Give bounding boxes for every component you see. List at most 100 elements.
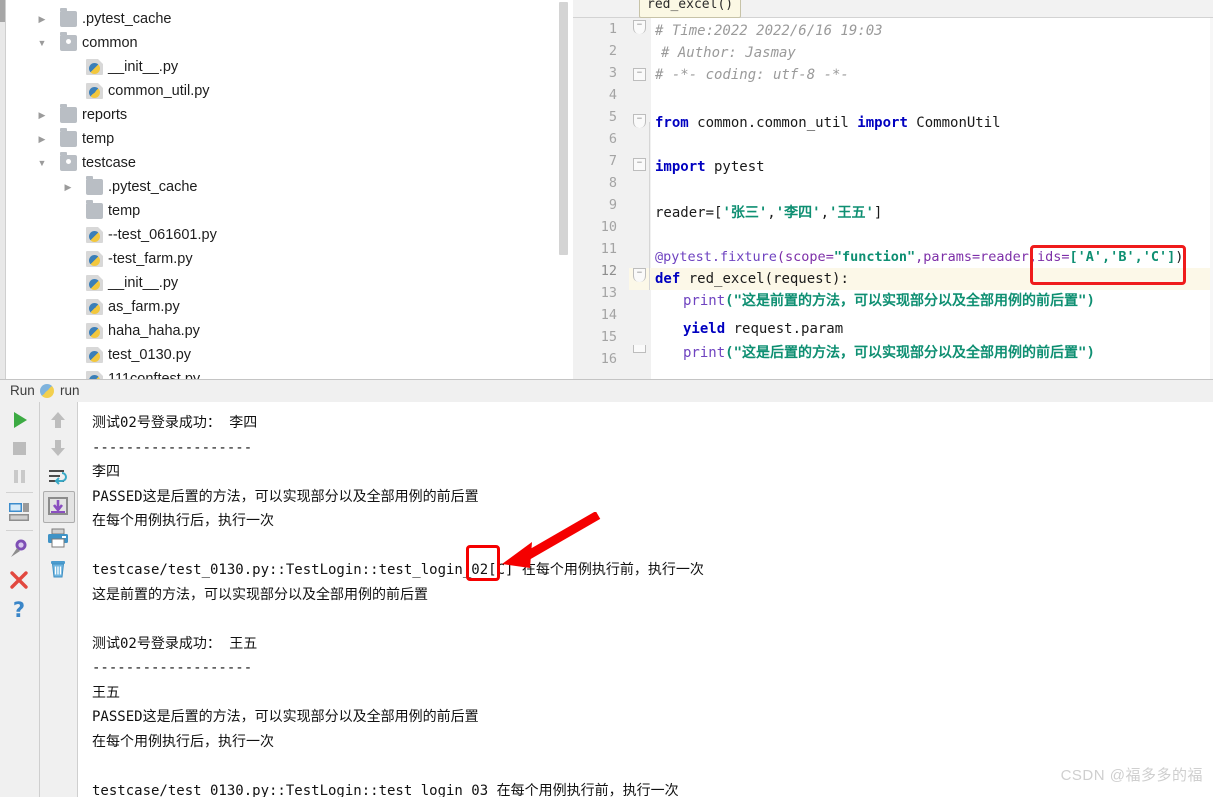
tree-item[interactable]: common_util.py — [6, 79, 572, 103]
line-number: 15 — [600, 329, 617, 345]
indent-guide — [649, 122, 650, 290]
fold-marker-line1[interactable]: − — [633, 20, 646, 34]
python-file-icon — [86, 323, 103, 339]
module-path: common.common_util — [688, 115, 858, 131]
line-number: 1 — [608, 21, 617, 37]
tree-item[interactable]: testcase — [6, 151, 572, 175]
chevron-right-icon[interactable] — [36, 127, 48, 151]
tree-item[interactable]: temp — [6, 199, 572, 223]
code-line-15: print("这是后置的方法，可以实现部分以及全部用例的前后置") — [683, 342, 1095, 364]
chevron-right-icon[interactable] — [62, 175, 74, 199]
fold-marker-line7[interactable]: − — [633, 158, 646, 171]
code-line-2: # Author: Jasmay — [661, 45, 796, 61]
tree-item-label: temp — [82, 131, 115, 147]
line-number: 8 — [608, 175, 617, 191]
tree-item-label: testcase — [82, 155, 136, 171]
scroll-to-end-icon[interactable] — [44, 492, 72, 520]
console-line: 测试02号登录成功： 李四 — [92, 415, 258, 431]
chevron-right-icon[interactable] — [36, 103, 48, 127]
project-tree-scrollbar[interactable] — [559, 2, 568, 255]
python-file-icon — [86, 299, 103, 315]
chevron-down-icon[interactable] — [36, 151, 48, 175]
console-line: 这是前置的方法，可以实现部分以及全部用例的前后置 — [92, 586, 428, 603]
line-number: 5 — [608, 109, 617, 125]
tree-item[interactable]: -test_farm.py — [6, 247, 572, 271]
close-button[interactable] — [5, 566, 33, 594]
python-file-icon — [86, 371, 103, 379]
chevron-down-icon[interactable] — [36, 31, 48, 55]
line-number: 13 — [600, 285, 617, 301]
keyword-yield: yield — [683, 321, 726, 337]
tree-item[interactable]: --test_061601.py — [6, 223, 572, 247]
python-file-icon — [86, 347, 103, 363]
tree-item[interactable]: as_farm.py — [6, 295, 572, 319]
help-button[interactable]: ? — [5, 596, 33, 624]
tree-item[interactable]: .pytest_cache — [6, 175, 572, 199]
python-file-icon — [86, 227, 103, 243]
python-file-icon — [86, 59, 103, 75]
yield-value: request.param — [725, 321, 844, 337]
tree-item-label: common — [82, 35, 138, 51]
tree-item[interactable]: common — [6, 31, 572, 55]
code-line-14: yield request.param — [683, 318, 843, 340]
fold-marker-line15[interactable] — [633, 345, 646, 353]
code-editor[interactable]: red_excel() 1 2 3 4 5 6 7 8 9 10 11 12 13 14 15 16 − − … — [573, 0, 1213, 379]
tree-item[interactable]: test_0130.py — [6, 343, 572, 367]
tree-item-label: 111conftest.py — [108, 371, 201, 379]
run-configuration-tab[interactable]: run — [60, 380, 80, 402]
printer-icon[interactable] — [44, 524, 72, 552]
line-number: 4 — [608, 87, 617, 103]
console-line: ------------------- — [92, 439, 253, 456]
fold-marker-line3[interactable]: − — [633, 68, 646, 81]
tree-item[interactable]: temp — [6, 127, 572, 151]
tree-item[interactable]: 111conftest.py — [6, 367, 572, 379]
tree-item[interactable]: haha_haha.py — [6, 319, 572, 343]
code-line-12: def red_excel(request): — [655, 268, 849, 290]
breadcrumb-current-function[interactable]: red_excel() — [639, 0, 742, 18]
arrow-up-icon[interactable] — [44, 406, 72, 434]
keyword-import-2: import — [655, 159, 706, 175]
print-call-2: print — [683, 345, 726, 361]
soft-wrap-icon[interactable] — [44, 462, 72, 490]
code-line-13: print("这是前置的方法，可以实现部分以及全部用例的前后置") — [683, 290, 1095, 312]
decorator-pytest-fixture: @pytest.fixture — [655, 249, 777, 265]
var-reader: reader=[ — [655, 205, 723, 221]
run-tool-window-header: Run run — [0, 379, 1213, 403]
arrow-down-icon[interactable] — [44, 434, 72, 462]
run-left-toolbar: ? — [0, 402, 40, 797]
fold-marker-line5[interactable]: − — [633, 114, 646, 128]
csdn-watermark: CSDN @福多多的福 — [1060, 767, 1203, 784]
left-rail-scroll-thumb[interactable] — [0, 0, 5, 22]
fold-marker-line12[interactable]: − — [633, 268, 646, 282]
tree-item-label: temp — [108, 203, 141, 219]
pin-tab-button[interactable] — [5, 536, 33, 564]
code-line-9: reader=['张三','李四','王五'] — [655, 202, 882, 224]
line-number: 9 — [608, 197, 617, 213]
console-line: 在每个用例执行后，执行一次 — [92, 733, 274, 750]
folder-icon — [60, 104, 77, 123]
code-line-3: # -*- coding: utf-8 -*- — [655, 67, 849, 83]
fixture-params-arg: ,params=reader, — [915, 249, 1038, 265]
line-number: 2 — [608, 43, 617, 59]
trash-icon[interactable] — [44, 554, 72, 582]
print-string-1: ("这是前置的方法，可以实现部分以及全部用例的前后置") — [725, 293, 1095, 309]
console-line: 王五 — [92, 684, 120, 701]
source-folder-icon — [60, 152, 77, 171]
restore-layout-button[interactable] — [5, 498, 33, 526]
run-console-output[interactable]: 测试02号登录成功： 李四 ------------------- 李四 PASSED… — [78, 402, 1213, 797]
stop-button[interactable] — [5, 434, 33, 462]
tree-item[interactable]: __init__.py — [6, 55, 572, 79]
line-number: 6 — [608, 131, 617, 147]
pause-button[interactable] — [5, 462, 33, 490]
console-line: PASSED这是后置的方法，可以实现部分以及全部用例的前后置 — [92, 488, 479, 505]
tree-item[interactable]: __init__.py — [6, 271, 572, 295]
python-run-icon — [40, 384, 54, 398]
tree-item[interactable]: .pytest_cache — [6, 7, 572, 31]
folder-icon — [86, 200, 103, 219]
tree-item[interactable]: reports — [6, 103, 572, 127]
chevron-right-icon[interactable] — [36, 7, 48, 31]
red-arrow-icon — [502, 512, 601, 568]
ide-window: .pytest_cachecommon__init__.pycommon_uti… — [0, 0, 1213, 797]
rerun-button[interactable] — [5, 406, 33, 434]
tree-item-label: as_farm.py — [108, 299, 180, 315]
